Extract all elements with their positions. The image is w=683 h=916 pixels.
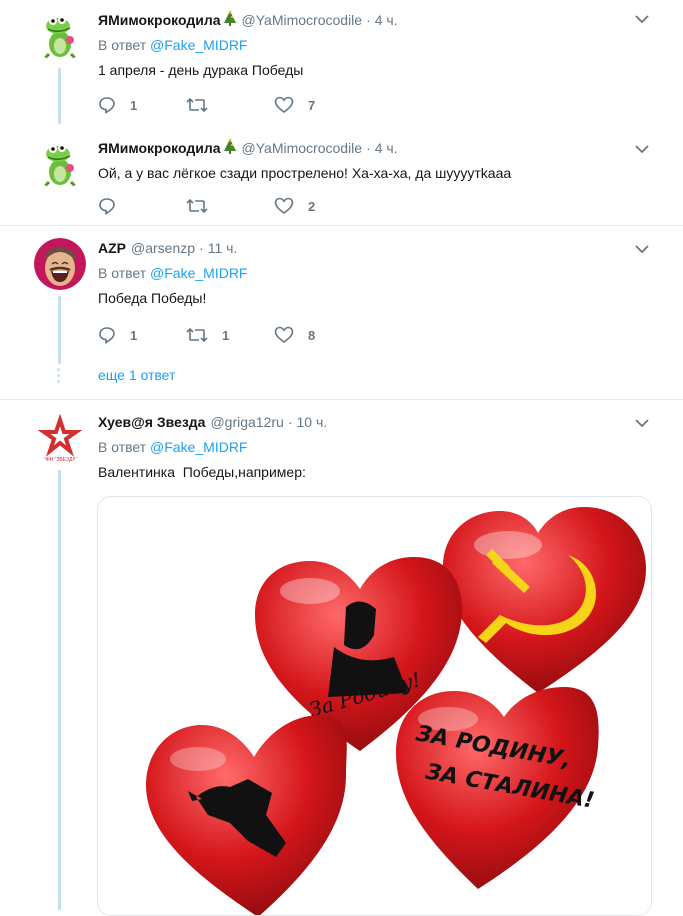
tweet-actions: 1 7 — [98, 95, 663, 115]
display-name[interactable]: ЯМимокрокодила — [98, 12, 221, 28]
retweet-count: 1 — [222, 327, 230, 343]
separator-dot: · — [287, 414, 293, 430]
tweet-actions: 1 1 8 — [98, 325, 663, 345]
tweet-2[interactable]: ЯМимокрокодила @YaMimocrocodile · 4 ч. О… — [0, 124, 683, 226]
tweet-header: Хуев@я Звезда @griga12ru · 10 ч. — [98, 412, 663, 432]
reply-count: 1 — [130, 97, 138, 113]
display-name[interactable]: ЯМимокрокодила — [98, 140, 221, 156]
retweet-icon — [186, 97, 208, 113]
heart-icon — [274, 96, 294, 114]
reply-icon — [99, 327, 115, 344]
like-button[interactable]: 2 — [274, 197, 362, 215]
more-replies-dots — [57, 368, 61, 386]
avatar-zvezda-star[interactable]: ЧФН "ЗВЕЗДА" — [34, 412, 86, 464]
separator-dot: · — [199, 240, 204, 256]
like-button[interactable]: 8 — [274, 326, 362, 344]
tweet-header: AZP @arsenzp · 11 ч. — [98, 238, 663, 258]
reply-mention-link[interactable]: @Fake_MIDRF — [150, 439, 247, 455]
display-name[interactable]: AZP — [98, 240, 126, 256]
chevron-down-icon[interactable] — [635, 14, 649, 24]
christmas-tree-icon — [223, 138, 237, 158]
reply-context: В ответ @Fake_MIDRF — [98, 265, 663, 281]
reply-mention-link[interactable]: @Fake_MIDRF — [150, 265, 247, 281]
reply-prefix: В ответ — [98, 439, 147, 455]
handle[interactable]: @griga12ru — [210, 414, 283, 430]
retweet-icon — [186, 327, 208, 343]
handle[interactable]: @arsenzp — [131, 240, 195, 256]
reply-context: В ответ @Fake_MIDRF — [98, 37, 663, 53]
timestamp[interactable]: 4 ч. — [375, 12, 398, 28]
reply-mention-link[interactable]: @Fake_MIDRF — [150, 37, 247, 53]
handle[interactable]: @YaMimocrocodile — [242, 140, 363, 156]
avatar-crocodile[interactable] — [34, 10, 86, 62]
avatar-laughing-man[interactable] — [34, 238, 86, 290]
handle[interactable]: @YaMimocrocodile — [242, 12, 363, 28]
timestamp[interactable]: 11 ч. — [208, 240, 238, 256]
tweet-text: Валентинка Победы,например: — [98, 464, 306, 480]
reply-prefix: В ответ — [98, 37, 147, 53]
reply-button[interactable]: 1 — [98, 96, 186, 114]
show-more-replies-link[interactable]: еще 1 ответ — [98, 367, 175, 383]
like-count: 2 — [308, 198, 316, 214]
heart-icon — [274, 326, 294, 344]
reply-icon — [99, 97, 115, 114]
heart-soldier — [146, 715, 347, 915]
christmas-tree-icon — [223, 10, 237, 30]
thread-line — [58, 68, 61, 124]
chevron-down-icon[interactable] — [635, 144, 649, 154]
tweet-text: 1 апреля - день дурака Победы — [98, 62, 304, 78]
avatar-crocodile[interactable] — [34, 138, 86, 190]
thread-line — [58, 470, 61, 910]
reply-button[interactable] — [98, 197, 186, 215]
tweet-text: Ой, а у вас лёгкое сзади прострелено! Ха… — [98, 165, 512, 181]
reply-count: 1 — [130, 327, 138, 343]
like-button[interactable]: 7 — [274, 96, 362, 114]
heart-icon — [274, 197, 294, 215]
tweet-media-image[interactable]: За Родину! ЗА РОДИНУ, ЗА СТАЛИНА! — [97, 496, 652, 916]
retweet-button[interactable] — [186, 96, 274, 114]
reply-context: В ответ @Fake_MIDRF — [98, 439, 663, 455]
retweet-icon — [186, 198, 208, 214]
tweet-actions: 2 — [98, 196, 663, 216]
timestamp[interactable]: 4 ч. — [375, 140, 398, 156]
chevron-down-icon[interactable] — [635, 244, 649, 254]
separator-dot: · — [366, 140, 371, 156]
display-name[interactable]: Хуев@я Звезда — [98, 414, 205, 430]
tweet-1[interactable]: ЯМимокрокодила @YaMimocrocodile · 4 ч. В… — [0, 0, 683, 124]
heart-hammer-sickle — [443, 507, 646, 693]
timestamp[interactable]: 10 ч. — [297, 414, 328, 430]
tweet-header: ЯМимокрокодила @YaMimocrocodile · 4 ч. — [98, 138, 663, 158]
tweet-header: ЯМимокрокодила @YaMimocrocodile · 4 ч. — [98, 10, 663, 30]
reply-button[interactable]: 1 — [98, 326, 186, 344]
retweet-button[interactable]: 1 — [186, 326, 274, 344]
reply-icon — [99, 198, 115, 215]
thread-line — [58, 296, 61, 364]
reply-prefix: В ответ — [98, 265, 147, 281]
chevron-down-icon[interactable] — [635, 418, 649, 428]
like-count: 8 — [308, 327, 316, 343]
heart-za-stalina: ЗА РОДИНУ, ЗА СТАЛИНА! — [396, 687, 599, 889]
tweet-text: Победа Победы! — [98, 290, 207, 306]
like-count: 7 — [308, 97, 316, 113]
retweet-button[interactable] — [186, 197, 274, 215]
avatar-caption: ЧФН "ЗВЕЗДА" — [42, 457, 77, 463]
separator-dot: · — [366, 12, 371, 28]
